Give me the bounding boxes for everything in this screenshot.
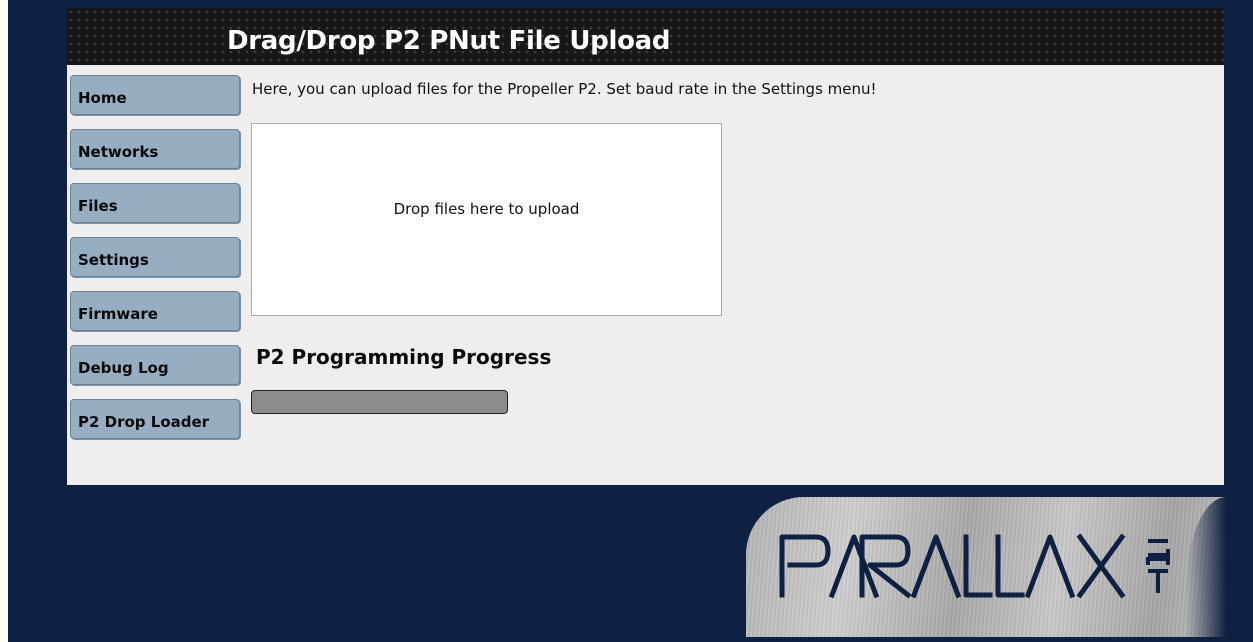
sidebar-item-files[interactable]: Files <box>70 183 240 223</box>
sidebar-item-networks[interactable]: Networks <box>70 129 240 169</box>
sidebar-item-debug-log[interactable]: Debug Log <box>70 345 240 385</box>
sidebar-item-home[interactable]: Home <box>70 75 240 115</box>
sidebar-item-settings[interactable]: Settings <box>70 237 240 277</box>
sidebar-item-p2-drop-loader[interactable]: P2 Drop Loader <box>70 399 240 439</box>
page-title: Drag/Drop P2 PNut File Upload <box>227 26 671 56</box>
parallax-logo-mark <box>779 533 1170 599</box>
progress-heading: P2 Programming Progress <box>256 345 552 369</box>
file-drop-zone[interactable]: Drop files here to upload <box>251 123 722 316</box>
sidebar-item-firmware[interactable]: Firmware <box>70 291 240 331</box>
intro-text: Here, you can upload files for the Prope… <box>252 80 877 98</box>
page-header: Drag/Drop P2 PNut File Upload <box>67 8 1224 65</box>
parallax-logo <box>746 497 1226 637</box>
programming-progress-bar <box>251 390 508 414</box>
drop-zone-label: Drop files here to upload <box>393 200 580 218</box>
